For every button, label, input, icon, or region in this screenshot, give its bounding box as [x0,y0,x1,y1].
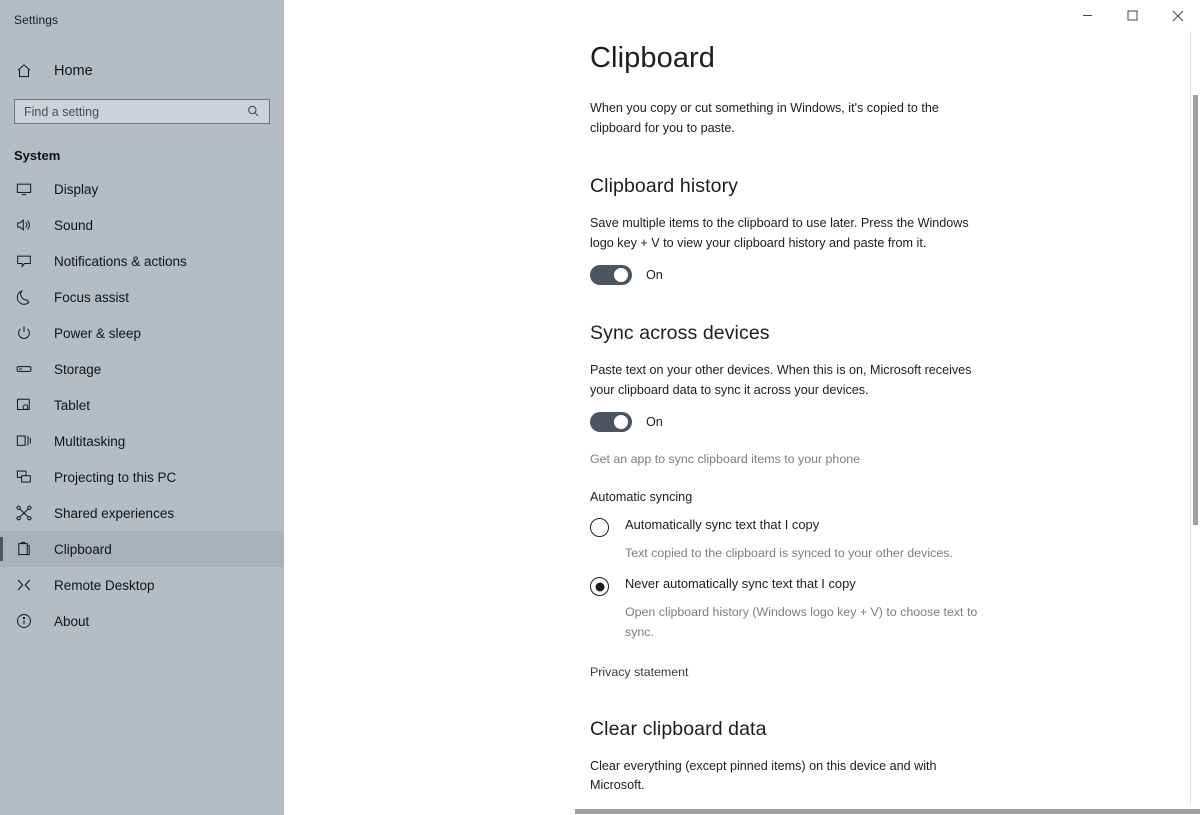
sync-toggle[interactable] [590,412,632,433]
moon-icon [15,288,33,306]
clear-data-heading: Clear clipboard data [590,717,767,740]
vertical-scrollbar-thumb[interactable] [1193,95,1198,525]
automatic-syncing-label: Automatic syncing [590,490,693,505]
sidebar-label: Shared experiences [54,505,175,521]
sidebar: Settings Home System [0,0,284,815]
power-icon [15,324,33,342]
sidebar-item-clipboard[interactable]: Clipboard [0,531,284,567]
sidebar-item-shared-experiences[interactable]: Shared experiences [0,495,284,531]
sidebar-item-storage[interactable]: Storage [0,351,284,387]
projecting-icon [15,468,33,486]
horizontal-scrollbar-track[interactable] [568,806,1200,815]
sidebar-item-power-sleep[interactable]: Power & sleep [0,315,284,351]
sidebar-label: Notifications & actions [54,253,187,269]
sync-toggle-row: On [590,412,1200,433]
sidebar-item-home[interactable]: Home [0,54,284,88]
notification-icon [15,252,33,270]
toggle-knob [614,268,628,283]
drive-icon [15,360,33,378]
clipboard-history-toggle-row: On [590,265,1200,286]
shared-icon [15,504,33,522]
sidebar-nav: Display Sound Notifications & actions Fo… [0,171,284,639]
sidebar-group-label: System [14,148,61,163]
settings-window: Settings Home System [0,0,1200,815]
radio-label: Automatically sync text that I copy [625,517,820,533]
sidebar-label: Sound [54,217,94,233]
horizontal-scrollbar-thumb[interactable] [575,809,1200,814]
radio-option-auto-sync[interactable]: Automatically sync text that I copy [590,517,1200,538]
close-button[interactable] [1155,0,1200,31]
search-input[interactable] [15,100,269,123]
sidebar-label: Display [54,181,99,197]
sidebar-item-tablet[interactable]: Tablet [0,387,284,423]
search-box[interactable] [14,99,270,124]
sidebar-label: Tablet [54,397,91,413]
clipboard-history-toggle-state: On [646,268,663,283]
multitasking-icon [15,432,33,450]
sidebar-label: Remote Desktop [54,577,155,593]
sidebar-item-sound[interactable]: Sound [0,207,284,243]
sidebar-label: Clipboard [54,541,112,557]
sidebar-label: Multitasking [54,433,126,449]
sidebar-item-about[interactable]: About [0,603,284,639]
settings-pane: Clipboard When you copy or cut something… [284,0,1200,815]
tablet-icon [15,396,33,414]
sidebar-label: Power & sleep [54,325,142,341]
sidebar-item-projecting[interactable]: Projecting to this PC [0,459,284,495]
app-title: Settings [14,13,59,27]
maximize-button[interactable] [1110,0,1155,31]
sync-heading: Sync across devices [590,322,770,345]
minimize-button[interactable] [1065,0,1110,31]
radio-description: Text copied to the clipboard is synced t… [625,546,953,561]
sidebar-label: Storage [54,361,102,377]
toggle-knob [614,415,628,430]
sidebar-item-display[interactable]: Display [0,171,284,207]
monitor-icon [15,180,33,198]
radio-description: Open clipboard history (Windows logo key… [625,605,978,639]
search-container [0,99,284,124]
radio-button-never-sync[interactable] [590,577,609,597]
get-app-link[interactable]: Get an app to sync clipboard items to yo… [590,452,860,466]
clipboard-icon [15,540,33,558]
page-intro: When you copy or cut something in Window… [590,101,939,135]
sidebar-item-focus-assist[interactable]: Focus assist [0,279,284,315]
home-icon [15,62,33,80]
radio-label: Never automatically sync text that I cop… [625,576,856,592]
sync-toggle-state: On [646,415,663,430]
speaker-icon [15,216,33,234]
window-controls [1065,0,1200,31]
sidebar-item-notifications[interactable]: Notifications & actions [0,243,284,279]
remote-desktop-icon [15,576,33,594]
clipboard-history-description: Save multiple items to the clipboard to … [590,216,969,250]
clear-data-description: Clear everything (except pinned items) o… [590,758,937,793]
page-title: Clipboard [590,42,716,74]
sidebar-label: Focus assist [54,289,130,305]
sync-description: Paste text on your other devices. When t… [590,363,972,397]
search-icon[interactable] [246,104,261,124]
clipboard-history-toggle[interactable] [590,265,632,286]
main-content: Clipboard When you copy or cut something… [284,0,1200,815]
info-icon [15,612,33,630]
sidebar-home-label: Home [54,63,93,79]
clipboard-history-heading: Clipboard history [590,175,739,198]
sidebar-item-multitasking[interactable]: Multitasking [0,423,284,459]
sidebar-label: About [54,613,90,629]
radio-option-never-sync[interactable]: Never automatically sync text that I cop… [590,576,1200,597]
privacy-statement-link[interactable]: Privacy statement [590,665,688,679]
sidebar-item-remote-desktop[interactable]: Remote Desktop [0,567,284,603]
radio-button-auto-sync[interactable] [590,518,609,538]
sidebar-label: Projecting to this PC [54,469,177,485]
vertical-scrollbar-track[interactable] [1190,31,1200,807]
